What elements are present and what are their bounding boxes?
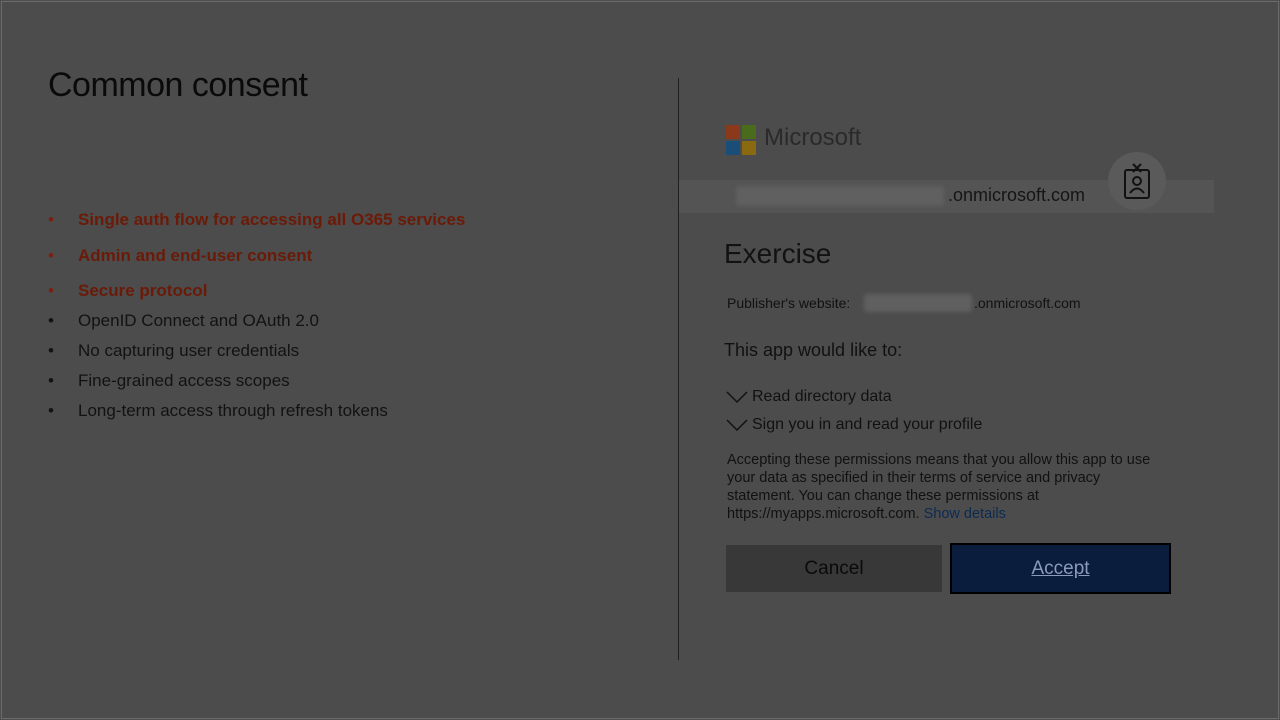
redacted-account-name — [736, 186, 944, 206]
permissions-heading: This app would like to: — [724, 340, 903, 360]
accept-button[interactable]: Accept — [950, 543, 1171, 594]
brand-name: Microsoft — [764, 124, 862, 151]
microsoft-logo-icon — [726, 125, 756, 155]
redacted-publisher-name — [864, 294, 972, 312]
chevron-down-icon — [726, 388, 752, 406]
cancel-button[interactable]: Cancel — [726, 545, 942, 592]
vertical-divider — [678, 78, 679, 660]
bullet-text: Secure protocol — [78, 281, 208, 300]
permission-label: Read directory data — [752, 388, 892, 405]
bullet-dot: • — [48, 281, 54, 300]
bullet-dot: • — [48, 210, 54, 229]
bullet-dot: • — [48, 401, 54, 420]
permission-item[interactable]: Sign you in and read your profile — [726, 416, 982, 434]
bullet-dot: • — [48, 371, 54, 390]
bullet-dot: • — [48, 341, 54, 360]
bullet-text: No capturing user credentials — [78, 341, 300, 360]
account-badge-icon[interactable] — [1108, 152, 1166, 210]
bullet-text: Fine-grained access scopes — [78, 371, 290, 390]
bullet-text: Long-term access through refresh tokens — [78, 401, 388, 420]
bullet-dot: • — [48, 311, 54, 330]
permission-label: Sign you in and read your profile — [752, 416, 983, 433]
publisher-label: Publisher's website: — [727, 295, 851, 311]
app-name: Exercise — [724, 238, 832, 269]
bullet-text: OpenID Connect and OAuth 2.0 — [78, 311, 319, 330]
slide-title: Common consent — [48, 66, 308, 104]
show-details-link[interactable]: Show details — [924, 506, 1006, 522]
bullet-text: Admin and end-user consent — [78, 246, 313, 265]
consent-disclaimer: Accepting these permissions means that y… — [727, 451, 1167, 523]
publisher-domain: .onmicrosoft.com — [974, 295, 1081, 311]
bullet-dot: • — [48, 246, 54, 265]
permission-item[interactable]: Read directory data — [726, 388, 892, 406]
account-domain: .onmicrosoft.com — [948, 185, 1086, 205]
chevron-down-icon — [726, 416, 752, 434]
bullet-text: Single auth flow for accessing all O365 … — [78, 210, 466, 229]
